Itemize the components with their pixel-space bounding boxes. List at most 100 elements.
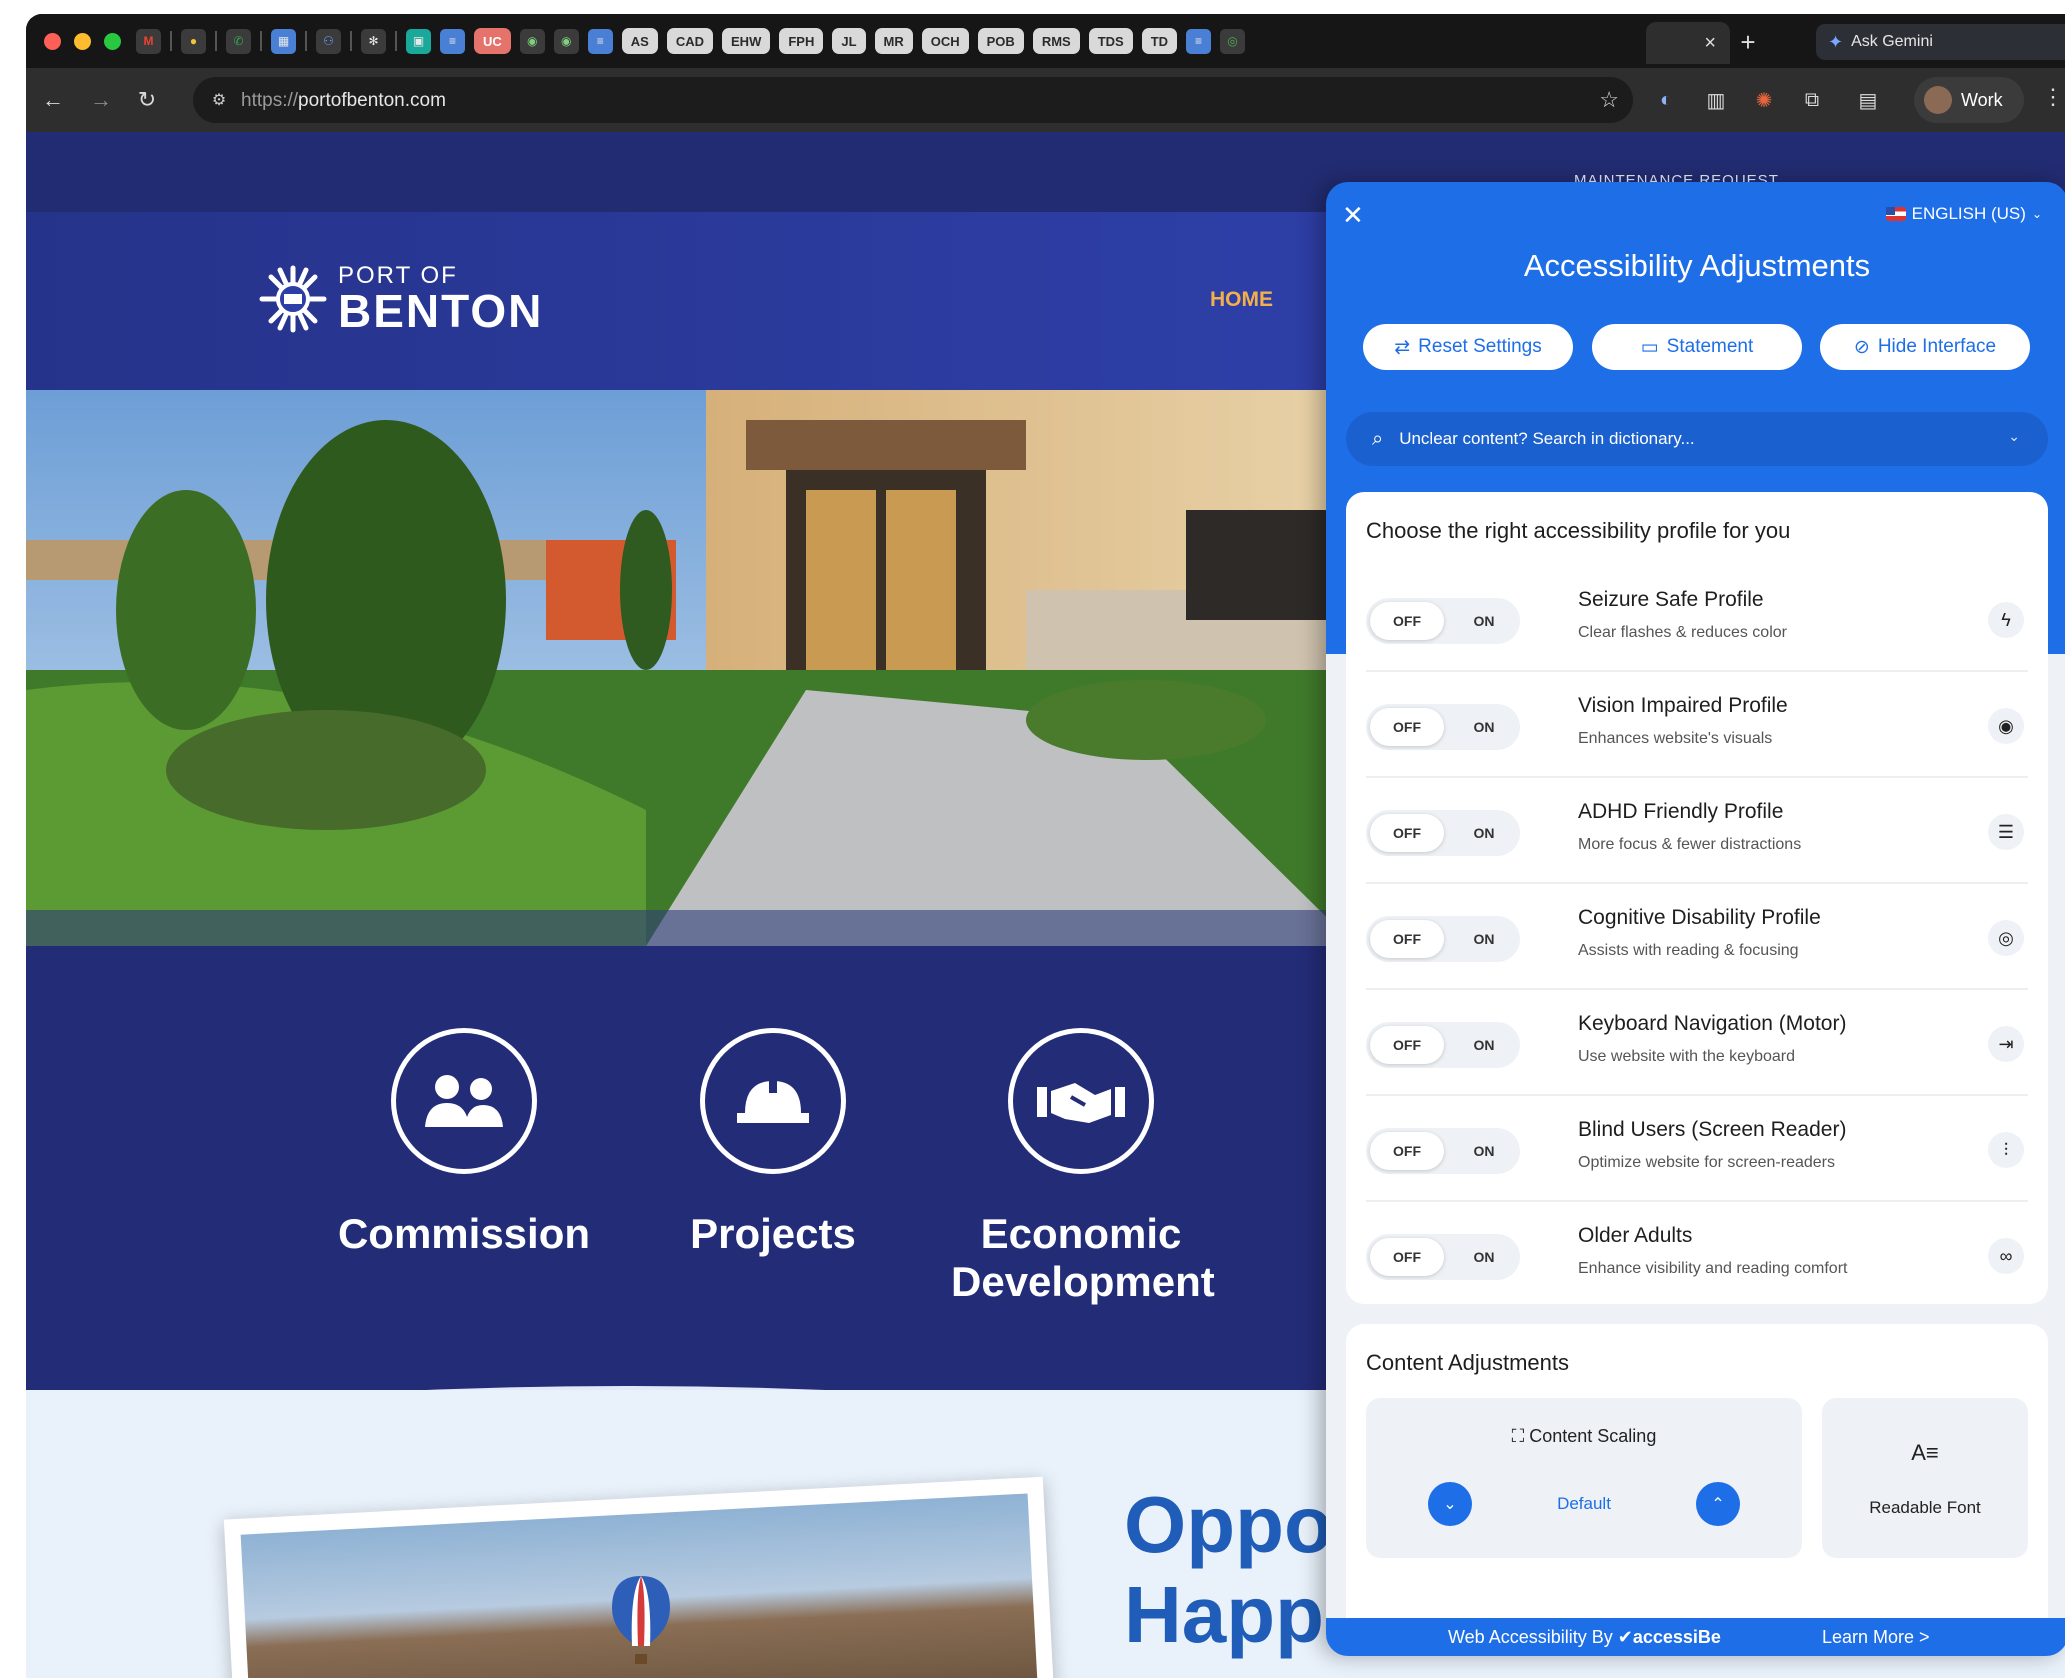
back-arrow-icon[interactable]: ←: [38, 85, 68, 115]
circle-tab-icon[interactable]: ◉: [519, 28, 545, 54]
tab-pill[interactable]: CAD: [666, 28, 714, 54]
extensions-puzzle-icon[interactable]: ⧉: [1796, 84, 1828, 116]
calendar-tab-icon[interactable]: ▦: [271, 28, 296, 54]
increase-scaling-button[interactable]: ⌃: [1696, 1482, 1740, 1526]
readable-font-button[interactable]: A≡ Readable Font: [1822, 1398, 2028, 1558]
profile-button[interactable]: Work: [1914, 77, 2024, 123]
profile-toggle[interactable]: OFF ON: [1366, 1128, 1520, 1174]
extension-globe-icon[interactable]: ◐: [1650, 84, 1682, 116]
docs-tab-icon[interactable]: ≡: [587, 28, 613, 54]
decrease-scaling-button[interactable]: ⌄: [1428, 1482, 1472, 1526]
toggle-off-option[interactable]: OFF: [1370, 1238, 1444, 1276]
toggle-off-option[interactable]: OFF: [1370, 1026, 1444, 1064]
hot-air-balloon-icon: [612, 1576, 670, 1664]
tab-pill[interactable]: UC: [474, 28, 511, 54]
feature-projects[interactable]: Projects: [643, 1028, 903, 1258]
site-logo[interactable]: PORT OF BENTON: [258, 264, 543, 334]
docs-tab-icon[interactable]: ≡: [440, 28, 465, 54]
gemini-sparkle-icon: ✦: [1828, 31, 1844, 52]
profile-toggle[interactable]: OFF ON: [1366, 1022, 1520, 1068]
profile-row: OFF ON ADHD Friendly Profile More focus …: [1366, 778, 2028, 884]
close-icon[interactable]: ✕: [1342, 200, 1364, 231]
hide-interface-label: Hide Interface: [1877, 336, 1997, 357]
phone-tab-icon[interactable]: ✆: [226, 28, 251, 54]
content-scaling-control: ⛶ Content Scaling ⌄ Default ⌃: [1366, 1398, 1802, 1558]
minimize-window-button[interactable]: [74, 33, 91, 50]
extension-grid-icon[interactable]: ▥: [1700, 84, 1732, 116]
feature-commission[interactable]: Commission: [334, 1028, 594, 1258]
profile-name: Vision Impaired Profile: [1578, 694, 1788, 717]
toggle-on-option[interactable]: ON: [1452, 1238, 1516, 1276]
tab-pill[interactable]: MR: [874, 28, 913, 54]
tab-close-icon[interactable]: ×: [1704, 32, 1716, 55]
pinned-tabs: M ● ✆ ▦ ⚇ ✻ ▣ ≡ UC ◉ ◉ ≡ AS CAD EHW FPH …: [136, 25, 1246, 57]
tab-pill[interactable]: RMS: [1032, 28, 1080, 54]
statement-button[interactable]: ▭ Statement: [1592, 324, 1802, 370]
toggle-off-option[interactable]: OFF: [1370, 920, 1444, 958]
openai-tab-icon[interactable]: ✻: [361, 28, 386, 54]
profile-toggle[interactable]: OFF ON: [1366, 598, 1520, 644]
toggle-on-option[interactable]: ON: [1452, 920, 1516, 958]
glasses-icon: ∞: [1988, 1238, 2024, 1274]
toggle-off-option[interactable]: OFF: [1370, 708, 1444, 746]
bookmark-star-icon[interactable]: ☆: [1599, 87, 1619, 113]
reset-settings-button[interactable]: ⇄ Reset Settings: [1363, 324, 1573, 370]
dictionary-search[interactable]: ⌕ Unclear content? Search in dictionary.…: [1346, 412, 2048, 466]
toggle-on-option[interactable]: ON: [1452, 602, 1516, 640]
toggle-on-option[interactable]: ON: [1452, 1132, 1516, 1170]
profile-description: Use website with the keyboard: [1578, 1048, 1795, 1065]
address-bar[interactable]: ⚙ https://portofbenton.com ☆: [193, 77, 1633, 123]
gmail-tab-icon[interactable]: M: [136, 28, 161, 54]
tab-pill[interactable]: AS: [621, 28, 658, 54]
chevron-down-icon[interactable]: ⌄: [2008, 428, 2020, 445]
tab-pill[interactable]: TDS: [1088, 28, 1133, 54]
toggle-on-option[interactable]: ON: [1452, 814, 1516, 852]
profile-toggle[interactable]: OFF ON: [1366, 704, 1520, 750]
site-settings-icon[interactable]: ⚙: [207, 89, 231, 111]
tab-pill[interactable]: OCH: [921, 28, 969, 54]
ask-gemini-button[interactable]: ✦ Ask Gemini: [1816, 24, 2065, 60]
maximize-window-button[interactable]: [104, 33, 121, 50]
tab-pill[interactable]: POB: [977, 28, 1024, 54]
tab-pill[interactable]: FPH: [779, 28, 824, 54]
forward-arrow-icon[interactable]: →: [86, 85, 116, 115]
toggle-off-option[interactable]: OFF: [1370, 814, 1444, 852]
toggle-on-option[interactable]: ON: [1452, 708, 1516, 746]
new-tab-button[interactable]: +: [1732, 26, 1764, 58]
toggle-on-option[interactable]: ON: [1452, 1026, 1516, 1064]
people-tab-icon[interactable]: ⚇: [316, 28, 341, 54]
reading-list-icon[interactable]: ▤: [1852, 84, 1884, 116]
footer-brand: accessiBe: [1632, 1627, 1721, 1647]
url-text[interactable]: https://portofbenton.com: [241, 90, 446, 112]
chat-tab-icon[interactable]: ●: [181, 28, 206, 54]
active-tab[interactable]: ×: [1646, 22, 1730, 64]
tab-pill[interactable]: TD: [1141, 28, 1178, 54]
reload-icon[interactable]: ↻: [132, 85, 162, 115]
toggle-off-option[interactable]: OFF: [1370, 602, 1444, 640]
chrome-tab-icon[interactable]: ◎: [1220, 28, 1246, 54]
tab-pill[interactable]: EHW: [722, 28, 771, 54]
browser-toolbar: ← → ↻ ⚙ https://portofbenton.com ☆ ◐ ▥ ✺…: [26, 68, 2065, 132]
toggle-off-option[interactable]: OFF: [1370, 1132, 1444, 1170]
circle-tab-icon[interactable]: ◉: [553, 28, 579, 54]
tab-pill[interactable]: JL: [832, 28, 866, 54]
bolt-icon: ϟ: [1988, 602, 2024, 638]
learn-more-link[interactable]: Learn More >: [1822, 1627, 1930, 1648]
feature-label: Commission: [337, 1210, 591, 1257]
logo-big-text: BENTON: [338, 285, 544, 337]
accessibe-credit[interactable]: Web Accessibility By ✔accessiBe: [1448, 1627, 1721, 1648]
close-window-button[interactable]: [44, 33, 61, 50]
docs-tab-icon[interactable]: ≡: [1186, 28, 1212, 54]
grid-tab-icon[interactable]: ▣: [406, 28, 431, 54]
profile-name: Seizure Safe Profile: [1578, 588, 1764, 611]
profile-toggle[interactable]: OFF ON: [1366, 810, 1520, 856]
extension-bug-icon[interactable]: ✺: [1748, 84, 1780, 116]
hide-interface-button[interactable]: ⊘ Hide Interface: [1820, 324, 2030, 370]
nav-home-link[interactable]: HOME: [1210, 288, 1273, 312]
profile-toggle[interactable]: OFF ON: [1366, 916, 1520, 962]
language-selector[interactable]: ENGLISH (US) ⌄: [1885, 204, 2042, 224]
menu-kebab-icon[interactable]: ⋮: [2042, 84, 2064, 110]
profile-toggle[interactable]: OFF ON: [1366, 1234, 1520, 1280]
feature-economic-development[interactable]: Economic Development: [951, 1028, 1215, 1306]
handshake-icon: [1008, 1028, 1154, 1174]
